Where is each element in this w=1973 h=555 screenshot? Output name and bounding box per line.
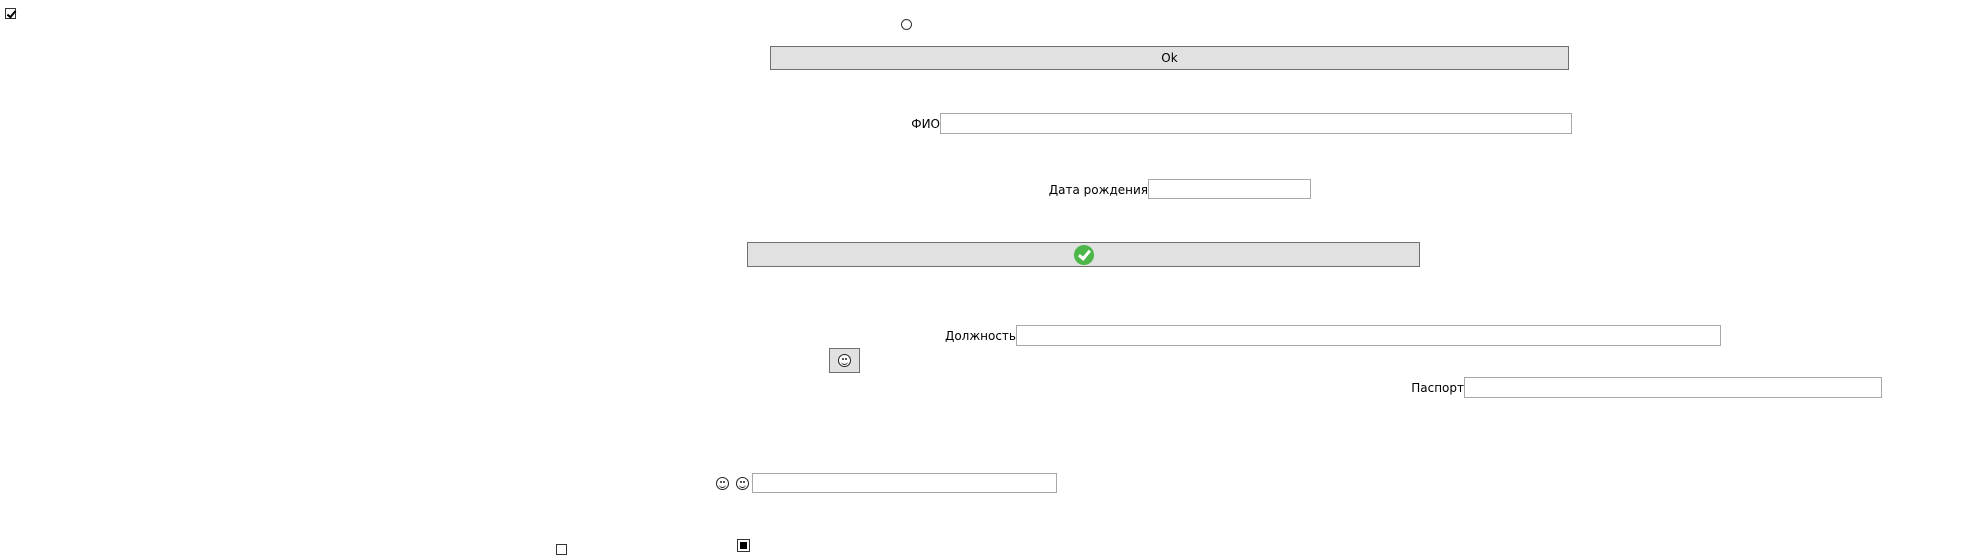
- smiley-icon: [716, 477, 729, 490]
- top-left-checkbox[interactable]: [5, 8, 16, 19]
- top-radio-button[interactable]: [901, 19, 912, 30]
- birth-date-input[interactable]: [1148, 179, 1311, 199]
- birth-date-label: Дата рождения: [1048, 183, 1148, 197]
- ok-button[interactable]: Ok: [770, 46, 1569, 70]
- passport-input[interactable]: [1464, 377, 1882, 398]
- smiley-button[interactable]: [829, 348, 860, 373]
- fio-input[interactable]: [940, 113, 1572, 134]
- fio-label: ФИО: [911, 117, 940, 131]
- emoji-input[interactable]: [752, 473, 1057, 493]
- position-label: Должность: [944, 329, 1016, 343]
- smiley-icon: [838, 354, 851, 367]
- position-input[interactable]: [1016, 325, 1721, 346]
- bottom-checkbox[interactable]: [556, 544, 567, 555]
- check-circle-icon: [1073, 244, 1094, 265]
- ok-button-label: Ok: [1161, 51, 1178, 65]
- confirm-button[interactable]: [747, 242, 1420, 267]
- bottom-square-radio[interactable]: [737, 539, 750, 552]
- passport-label: Паспорт: [1411, 381, 1464, 395]
- smiley-icon: [736, 477, 749, 490]
